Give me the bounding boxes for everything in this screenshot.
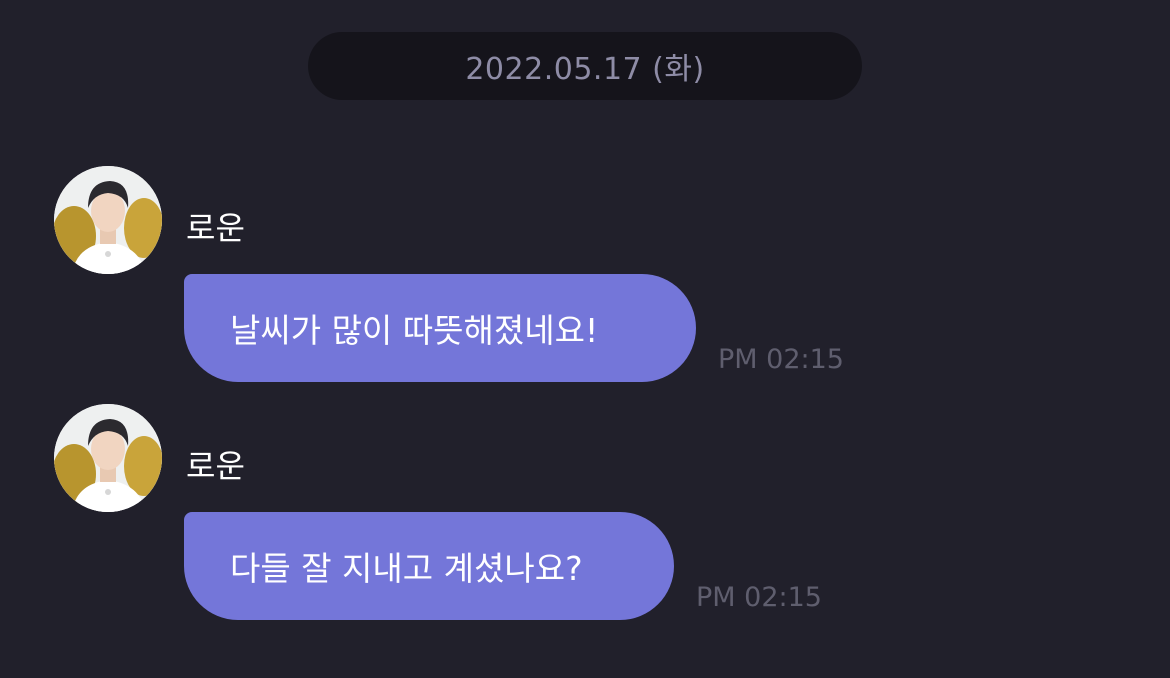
sender-name: 로운 bbox=[186, 209, 245, 247]
profile-avatar-icon bbox=[54, 166, 162, 274]
sender-avatar[interactable] bbox=[54, 166, 162, 274]
message-bubble[interactable]: 다들 잘 지내고 계셨나요? bbox=[184, 512, 674, 620]
sender-name: 로운 bbox=[186, 447, 245, 485]
message-text: 날씨가 많이 따뜻해졌네요! bbox=[230, 311, 599, 350]
message-bubble[interactable]: 날씨가 많이 따뜻해졌네요! bbox=[184, 274, 696, 382]
message-time: PM 02:15 bbox=[696, 582, 822, 613]
message-text: 다들 잘 지내고 계셨나요? bbox=[230, 549, 583, 588]
sender-avatar[interactable] bbox=[54, 404, 162, 512]
date-separator: 2022.05.17 (화) bbox=[308, 32, 862, 100]
profile-avatar-icon bbox=[54, 404, 162, 512]
message-time: PM 02:15 bbox=[718, 344, 844, 375]
date-label: 2022.05.17 (화) bbox=[465, 52, 705, 87]
